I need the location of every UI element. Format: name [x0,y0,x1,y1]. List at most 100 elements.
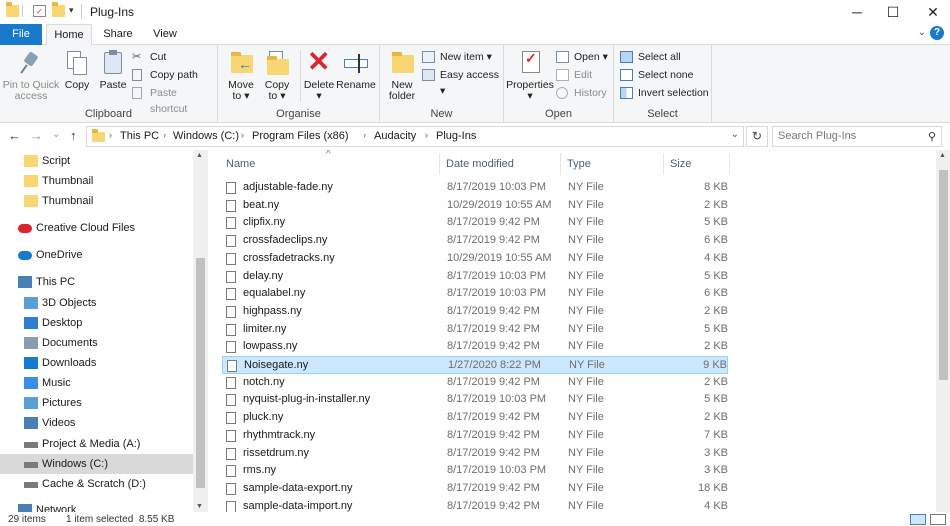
file-row[interactable]: highpass.ny 8/17/2019 9:42 PM NY File 2 KB [222,303,728,321]
back-button[interactable]: ← [8,128,21,143]
nav-item-creative-cloud-files[interactable]: Creative Cloud Files [0,218,193,238]
file-row[interactable]: rhythmtrack.ny 8/17/2019 9:42 PM NY File 7 … [222,427,728,445]
new-item-button[interactable]: New item ▾ [422,49,492,65]
breadcrumb-separator[interactable]: › [425,130,428,140]
copy-button[interactable]: Copy [62,49,92,91]
nav-item-documents[interactable]: Documents [0,333,193,353]
new-folder-quick-access-icon[interactable] [52,2,65,17]
properties-quick-access-icon[interactable]: ✓ [33,5,46,17]
copy-path-button[interactable]: Copy path [132,67,198,83]
drive-icon [24,462,38,468]
file-row[interactable]: clipfix.ny 8/17/2019 9:42 PM NY File 5 KB [222,214,728,232]
tab-file[interactable]: File [0,24,42,45]
nav-item-script[interactable]: Script [0,151,193,171]
easy-access-button[interactable]: Easy access ▾ [422,67,503,97]
up-button[interactable]: ↑ [70,128,77,143]
tab-share[interactable]: Share [96,24,140,45]
large-icons-view-icon[interactable] [930,514,946,525]
recent-locations-button[interactable]: ⌄ [52,129,60,140]
new-folder-button[interactable]: New folder [384,49,420,102]
nav-item-windows-c[interactable]: Windows (C:) [0,454,193,474]
breadcrumb-windows-c[interactable]: Windows (C:) [173,130,239,142]
properties-button[interactable]: ✓ Properties ▾ [506,49,554,102]
address-bar[interactable]: › This PC › Windows (C:) › Program Files… [86,126,744,147]
breadcrumb-audacity[interactable]: Audacity [374,130,416,142]
file-row[interactable]: lowpass.ny 8/17/2019 9:42 PM NY File 2 KB [222,338,728,356]
nav-item-onedrive[interactable]: OneDrive [0,245,193,265]
search-icon[interactable]: ⚲ [928,128,936,147]
invert-selection-button[interactable]: Invert selection [620,85,709,101]
breadcrumb-separator[interactable]: › [109,130,112,140]
file-date-modified: 8/17/2019 9:42 PM [447,375,540,388]
column-header-date-modified[interactable]: Date modified [440,153,561,175]
rename-button[interactable]: Rename [336,49,376,91]
details-view-icon[interactable] [910,514,926,525]
nav-item-3d-objects[interactable]: 3D Objects [0,293,193,313]
file-row[interactable]: nyquist-plug-in-installer.ny 8/17/2019 10… [222,391,728,409]
open-button[interactable]: Open ▾ [556,49,608,65]
nav-item-this-pc[interactable]: This PC [0,272,193,292]
file-row[interactable]: beat.ny 10/29/2019 10:55 AM NY File 2 KB [222,197,728,215]
column-header-type[interactable]: Type [561,153,664,175]
file-row[interactable]: delay.ny 8/17/2019 10:03 PM NY File 5 KB [222,268,728,286]
paste-shortcut-button[interactable]: Paste shortcut [132,85,217,115]
file-icon [226,482,236,495]
file-row[interactable]: sample-data-export.ny 8/17/2019 9:42 PM NY… [222,480,728,498]
file-row[interactable]: sample-data-import.ny 8/17/2019 9:42 PM NY… [222,498,728,512]
nav-scroll-thumb[interactable] [196,258,205,488]
breadcrumb-this-pc[interactable]: This PC [120,130,159,142]
breadcrumb-separator[interactable]: › [163,130,166,140]
address-dropdown-icon[interactable]: ⌄ [731,129,739,140]
history-button[interactable]: History [556,85,607,101]
nav-item-thumbnail[interactable]: Thumbnail [0,171,193,191]
file-row[interactable]: limiter.ny 8/17/2019 9:42 PM NY File 5 KB [222,321,728,339]
window-title: Plug-Ins [90,5,135,19]
search-input[interactable]: Search Plug-Ins ⚲ [772,126,942,147]
help-icon[interactable]: ? [930,26,944,40]
tab-view[interactable]: View [144,24,186,45]
move-to-button[interactable]: ← Move to ▾ [224,49,258,102]
select-all-button[interactable]: Select all [620,49,681,65]
file-row[interactable]: rissetdrum.ny 8/17/2019 9:42 PM NY File 3 K… [222,445,728,463]
column-header-size[interactable]: Size [664,153,730,175]
breadcrumb-plug-ins[interactable]: Plug-Ins [436,130,476,142]
file-row[interactable]: pluck.ny 8/17/2019 9:42 PM NY File 2 KB [222,409,728,427]
refresh-button[interactable]: ↻ [746,126,768,147]
scroll-up-icon[interactable]: ▲ [939,152,946,159]
nav-item-videos[interactable]: Videos [0,413,193,433]
nav-item-downloads[interactable]: Downloads [0,353,193,373]
copy-to-button[interactable]: Copy to ▾ [260,49,294,102]
open-group-label: Open [545,108,572,120]
file-row[interactable]: crossfadetracks.ny 10/29/2019 10:55 AM NY … [222,250,728,268]
file-row[interactable]: Noisegate.ny 1/27/2020 8:22 PM NY File 9 KB [222,356,728,374]
file-row[interactable]: rms.ny 8/17/2019 10:03 PM NY File 3 KB [222,462,728,480]
paste-button[interactable]: Paste [96,49,130,91]
edit-button[interactable]: Edit [556,67,592,83]
nav-item-project-media-a[interactable]: Project & Media (A:) [0,434,193,454]
file-row[interactable]: adjustable-fade.ny 8/17/2019 10:03 PM NY F… [222,179,728,197]
nav-scroll-up-icon[interactable]: ▲ [196,152,203,159]
nav-item-pictures[interactable]: Pictures [0,393,193,413]
delete-button[interactable]: ✕ Delete ▾ [302,47,336,102]
file-row[interactable]: notch.ny 8/17/2019 9:42 PM NY File 2 KB [222,374,728,392]
collapse-ribbon-icon[interactable]: ⌄ [918,27,926,38]
nav-scroll-down-icon[interactable]: ▼ [196,503,203,510]
file-row[interactable]: crossfadeclips.ny 8/17/2019 9:42 PM NY Fil… [222,232,728,250]
close-button[interactable]: ✕ [910,0,950,24]
breadcrumb-separator[interactable]: › [241,130,244,140]
nav-item-cache-scratch-d[interactable]: Cache & Scratch (D:) [0,474,193,494]
nav-item-desktop[interactable]: Desktop [0,313,193,333]
properties-dropdown-arrow[interactable]: ▾ [506,91,554,102]
nav-item-network[interactable]: Network [0,500,193,512]
forward-button[interactable]: → [30,128,43,143]
breadcrumb-program-files-x86[interactable]: Program Files (x86) [252,130,349,142]
breadcrumb-separator[interactable]: › [363,130,366,140]
nav-item-thumbnail[interactable]: Thumbnail [0,191,193,211]
cut-button[interactable]: ✂ Cut [132,49,166,65]
select-none-button[interactable]: Select none [620,67,693,83]
file-row[interactable]: equalabel.ny 8/17/2019 10:03 PM NY File 6 K… [222,285,728,303]
pin-to-quick-access-button[interactable]: Pin to Quick access [2,49,60,102]
file-list-scroll-thumb[interactable] [939,170,948,380]
tab-home[interactable]: Home [46,24,92,46]
nav-item-music[interactable]: Music [0,373,193,393]
